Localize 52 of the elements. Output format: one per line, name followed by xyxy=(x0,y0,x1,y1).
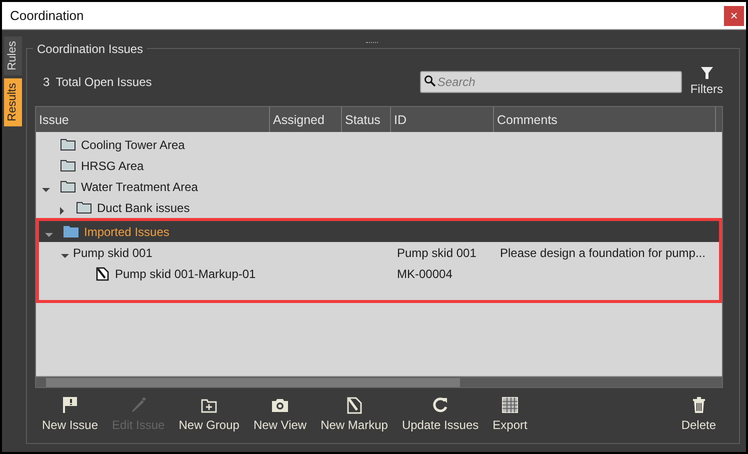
toolbar-button[interactable]: New Group xyxy=(172,396,246,434)
grip-handle[interactable] xyxy=(366,42,378,44)
folder-icon xyxy=(76,201,92,214)
column-header[interactable]: Comments xyxy=(494,107,716,132)
folder-icon xyxy=(63,225,79,238)
camera-icon xyxy=(271,396,289,414)
close-button[interactable]: × xyxy=(724,6,744,26)
toolbar-button[interactable]: Delete xyxy=(674,396,723,434)
refresh-icon xyxy=(431,396,450,414)
side-tab[interactable]: Rules xyxy=(4,36,22,76)
count-label: Total Open Issues xyxy=(56,74,152,91)
flag-icon xyxy=(61,396,80,414)
toolbar-button[interactable]: New View xyxy=(246,396,314,434)
toolbar-button[interactable]: Export xyxy=(486,396,534,434)
side-tab[interactable]: Results xyxy=(4,78,22,127)
column-header[interactable]: Issue xyxy=(36,107,270,132)
issue-row[interactable]: Imported Issues xyxy=(39,221,719,242)
pencil-icon xyxy=(129,396,148,414)
issue-name: Pump skid 001 xyxy=(73,244,152,262)
folder-icon xyxy=(60,159,76,172)
comment-cell-text: Please design a foundation for pump... xyxy=(500,244,706,262)
toolbar-button[interactable]: New Markup xyxy=(314,396,395,434)
issue-name: HRSG Area xyxy=(81,158,144,174)
column-header[interactable]: ID xyxy=(391,107,494,132)
issue-name: Pump skid 001-Markup-01 xyxy=(115,266,256,282)
horizontal-scrollbar[interactable] xyxy=(36,376,722,387)
issue-row[interactable]: Duct Bank issues xyxy=(36,197,722,218)
grid-icon xyxy=(501,396,519,414)
column-header[interactable]: Status xyxy=(342,107,391,132)
issue-name: Cooling Tower Area xyxy=(81,136,185,154)
issue-name: Imported Issues xyxy=(84,224,170,240)
column-header[interactable]: Assigned xyxy=(270,107,342,132)
issue-row[interactable]: Cooling Tower Area xyxy=(36,134,722,155)
toolbar-button[interactable]: Update Issues xyxy=(394,396,486,434)
issue-row[interactable]: Pump skid 001 Pump skid 001 Please design a foundation for pump... xyxy=(39,242,719,263)
issue-name: Water Treatment Area xyxy=(81,178,198,196)
filters-button[interactable]: Filters xyxy=(690,66,723,98)
id-cell-text: Pump skid 001 xyxy=(397,244,476,262)
markup-icon xyxy=(95,266,110,281)
issue-row[interactable]: Pump skid 001-Markup-01 MK-00004 xyxy=(39,263,719,284)
id-cell-text: MK-00004 xyxy=(397,266,452,282)
filter-icon xyxy=(700,66,714,80)
issue-row[interactable]: HRSG Area xyxy=(36,155,722,176)
issue-count: 3 xyxy=(43,74,50,91)
window-title: Coordination xyxy=(10,6,84,25)
markup-icon xyxy=(345,396,364,414)
toolbar-button[interactable]: New Issue xyxy=(35,396,106,434)
search-field[interactable]: Search xyxy=(420,71,682,93)
issue-name: Duct Bank issues xyxy=(97,200,190,216)
folder-icon xyxy=(60,180,76,193)
issue-row[interactable]: Water Treatment Area xyxy=(36,176,722,197)
folder-icon xyxy=(60,138,76,151)
